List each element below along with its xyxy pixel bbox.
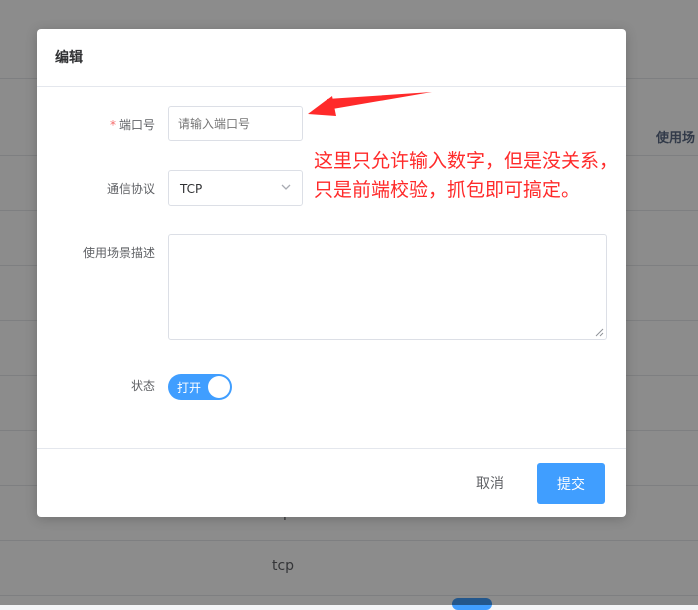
description-textarea[interactable] [168,234,607,340]
status-switch[interactable]: 打开 [168,374,232,400]
annotation-line-1: 这里只允许输入数字，但是没关系， [314,150,619,172]
dialog-title: 编辑 [55,50,83,66]
port-input[interactable] [168,106,303,141]
port-label: * 端口号 [65,116,155,133]
status-switch-text: 打开 [177,381,202,395]
annotation-note: 这里只允许输入数字，但是没关系， 只是前端校验，抓包即可搞定。 [314,147,698,205]
description-label: 使用场景描述 [82,246,155,260]
protocol-label: 通信协议 [106,182,155,196]
cancel-button[interactable]: 取消 [463,463,517,503]
dialog-header-divider [37,86,626,87]
submit-button[interactable]: 提交 [537,463,605,504]
edit-dialog: 编辑 *端口号 通信协议 TCP 使用场景描述 状态 打开 取消 提交 [37,29,626,517]
dialog-footer-divider [37,448,626,449]
resize-handle-icon[interactable] [595,328,604,337]
switch-knob [208,376,230,398]
required-mark: * [109,118,116,132]
protocol-select[interactable]: TCP [168,170,303,206]
port-label-text: 端口号 [118,118,155,132]
protocol-select-value: TCP [180,182,203,196]
status-label: 状态 [130,379,155,393]
chevron-down-icon [281,184,291,190]
annotation-line-2: 只是前端校验，抓包即可搞定。 [314,179,581,201]
